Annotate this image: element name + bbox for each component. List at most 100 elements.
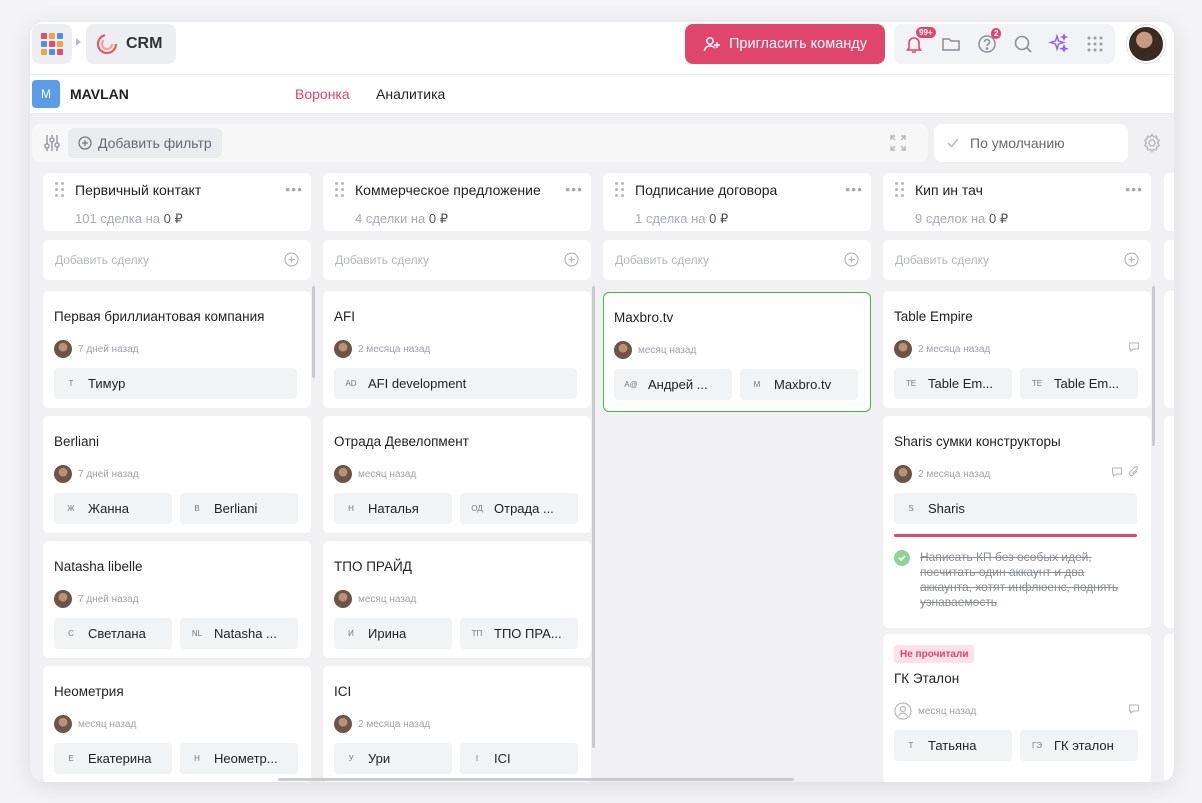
add-circle-icon (284, 252, 299, 267)
company-name: Natasha ... (214, 626, 277, 641)
column-scrollbar[interactable] (1152, 286, 1155, 446)
company-chip[interactable]: ГЭ ГК эталон (1020, 730, 1138, 761)
company-name: Sharis (928, 501, 965, 516)
ai-assistant-button[interactable] (1047, 32, 1071, 56)
project-bar: M MAVLAN Воронка Аналитика (30, 74, 1174, 114)
more-apps-button[interactable] (1083, 32, 1107, 56)
user-avatar[interactable] (1127, 25, 1165, 63)
avatar (334, 715, 352, 733)
more-options-icon[interactable]: ••• (565, 181, 583, 197)
deal-card[interactable]: AFI 2 месяца назад AD AFI development (323, 291, 591, 408)
company-initials: I (475, 754, 479, 763)
company-chip[interactable]: ТП ТПО ПРА... (460, 618, 578, 649)
company-chip[interactable]: M Maxbro.tv (740, 369, 858, 400)
search-button[interactable] (1011, 32, 1035, 56)
contact-chip[interactable]: Т Татьяна (894, 730, 1012, 761)
column-summary: 1 сделка на 0 ₽ (635, 211, 728, 227)
expand-icon[interactable] (890, 135, 906, 151)
column-summary: 4 сделки на 0 ₽ (355, 211, 448, 227)
contact-chip[interactable]: Ж Жанна (54, 493, 172, 524)
company-chip[interactable]: ОД Отрада ... (460, 493, 578, 524)
add-circle-icon (78, 136, 92, 150)
tab-analytics[interactable]: Аналитика (376, 86, 445, 102)
drag-handle-icon[interactable] (55, 182, 64, 197)
contact-chip[interactable]: TE Table Em... (894, 368, 1012, 399)
add-deal-button[interactable]: Добавить сделку (603, 240, 871, 280)
add-deal-button[interactable]: Добавить сделку (323, 240, 591, 280)
project-name[interactable]: MAVLAN (70, 86, 129, 102)
sort-select[interactable]: По умолчанию (934, 124, 1128, 162)
add-filter-button[interactable]: Добавить фильтр (68, 128, 222, 158)
more-options-icon[interactable]: ••• (1125, 181, 1143, 197)
more-options-icon[interactable]: ••• (285, 181, 303, 197)
contact-name: Татьяна (928, 738, 977, 753)
column-header[interactable]: Подписание договора ••• 1 сделка на 0 ₽ (603, 173, 871, 231)
deal-time: месяц назад (358, 468, 417, 480)
deal-card[interactable]: Berliani 7 дней назад Ж Жанна B Berliani (43, 416, 311, 533)
contact-chip[interactable]: Т Тимур (54, 368, 297, 399)
deal-card[interactable]: ТПО ПРАЙД месяц назад И Ирина ТП ТПО ПРА..… (323, 541, 591, 658)
drag-handle-icon[interactable] (895, 182, 904, 197)
avatar (54, 715, 72, 733)
add-deal-button[interactable]: Добавить сделку (43, 240, 311, 280)
contact-initials: TE (905, 379, 917, 388)
company-chip[interactable]: Н Неометр... (180, 743, 298, 774)
unread-badge: Не прочитали (894, 645, 975, 663)
column-scrollbar[interactable] (592, 286, 595, 748)
contact-chip[interactable]: И Ирина (334, 618, 452, 649)
tab-funnel[interactable]: Воронка (295, 86, 350, 102)
horizontal-scrollbar[interactable] (278, 778, 794, 781)
files-button[interactable] (939, 32, 963, 56)
company-name: AFI development (368, 376, 467, 391)
deal-meta: 7 дней назад (54, 465, 139, 483)
company-chip[interactable]: I ICI (460, 743, 578, 774)
column-header[interactable]: Первичный контакт ••• 101 сделка на 0 ₽ (43, 173, 311, 231)
add-user-icon (703, 37, 720, 52)
notifications-button[interactable]: 99+ (902, 27, 936, 56)
company-chip[interactable]: TE Table Em... (1020, 368, 1138, 399)
next-column-edge (1164, 240, 1174, 280)
crm-app-button[interactable]: CRM (86, 24, 176, 64)
drag-handle-icon[interactable] (615, 182, 624, 197)
contact-chip[interactable]: Е Екатерина (54, 743, 172, 774)
column-summary: 9 сделок на 0 ₽ (915, 211, 1008, 227)
deal-title: Отрада Девелопмент (334, 434, 469, 449)
add-deal-button[interactable]: Добавить сделку (883, 240, 1151, 280)
contact-chip[interactable]: А@ Андрей ... (614, 369, 732, 400)
contact-name: Наталья (368, 501, 419, 516)
company-chip[interactable]: NL Natasha ... (180, 618, 298, 649)
deal-card[interactable]: Sharis сумки конструкторы 2 месяца назад… (883, 416, 1151, 628)
deal-card[interactable]: Неометрия месяц назад Е Екатерина Н Неомет… (43, 666, 311, 782)
deal-card[interactable]: Natasha libelle 7 дней назад С Светлана N… (43, 541, 311, 658)
board-settings-icon[interactable] (1142, 133, 1162, 153)
column-scrollbar[interactable] (312, 286, 315, 378)
task-item[interactable]: Написать КП без особых идей, посчитать о… (894, 550, 1137, 610)
checkmark-icon[interactable] (894, 550, 910, 566)
company-chip[interactable]: AD AFI development (334, 368, 577, 399)
contact-chip[interactable]: С Светлана (54, 618, 172, 649)
company-chip[interactable]: B Berliani (180, 493, 298, 524)
more-options-icon[interactable]: ••• (845, 181, 863, 197)
deal-meta: месяц назад (894, 702, 976, 720)
deal-card[interactable]: Не прочитали ГК Эталон месяц назад Т Тать… (883, 634, 1151, 782)
company-chip[interactable]: S Sharis (894, 493, 1137, 524)
avatar (894, 465, 912, 483)
contact-chip[interactable]: У Ури (334, 743, 452, 774)
company-name: ТПО ПРА... (494, 626, 562, 641)
deal-card[interactable]: Table Empire 2 месяца назад TE Table Em..… (883, 291, 1151, 408)
column-header[interactable]: Кип ин тач ••• 9 сделок на 0 ₽ (883, 173, 1151, 231)
filter-settings-icon[interactable] (42, 133, 62, 153)
apps-menu-button[interactable] (32, 24, 72, 64)
help-button[interactable]: 2 (975, 28, 1002, 56)
deal-card-selected[interactable]: Maxbro.tv месяц назад А@ Андрей ... M Maxb… (603, 292, 871, 412)
invite-team-button[interactable]: Пригласить команду (685, 24, 885, 64)
comment-icon (1128, 342, 1140, 353)
column-header[interactable]: Коммерческое предложение ••• 4 сделки на… (323, 173, 591, 231)
deal-card[interactable]: Отрада Девелопмент месяц назад Н Наталья … (323, 416, 591, 533)
deal-card[interactable]: ICI 2 месяца назад У Ури I ICI (323, 666, 591, 782)
project-avatar[interactable]: M (32, 80, 60, 108)
deal-title: Первая бриллиантовая компания (54, 309, 265, 324)
deal-card[interactable]: Первая бриллиантовая компания 7 дней наз… (43, 291, 311, 408)
drag-handle-icon[interactable] (335, 182, 344, 197)
contact-chip[interactable]: Н Наталья (334, 493, 452, 524)
